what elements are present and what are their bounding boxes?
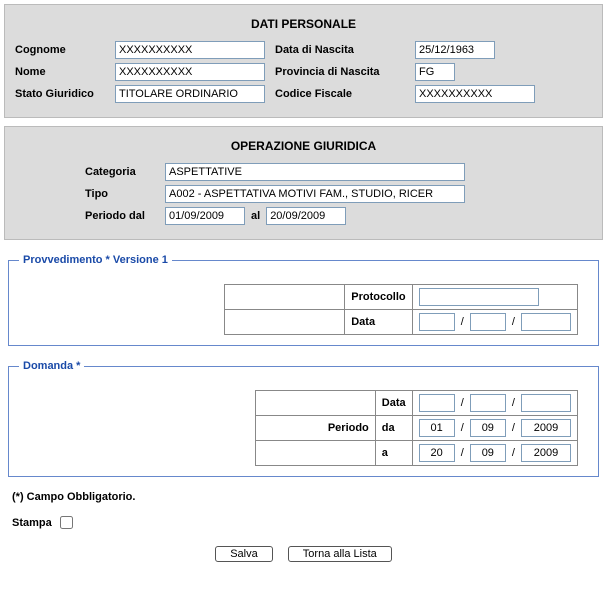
domanda-grid: Data / / Periodo da / / a bbox=[255, 390, 578, 466]
slash: / bbox=[461, 422, 464, 434]
input-dom-data-m[interactable] bbox=[470, 394, 506, 412]
input-data-nascita[interactable] bbox=[415, 41, 495, 59]
slash: / bbox=[512, 397, 515, 409]
label-al: al bbox=[251, 210, 260, 222]
input-prov-data-y[interactable] bbox=[521, 313, 571, 331]
label-data-nascita: Data di Nascita bbox=[275, 44, 415, 56]
input-categoria[interactable] bbox=[165, 163, 465, 181]
back-to-list-button[interactable]: Torna alla Lista bbox=[288, 546, 392, 562]
domanda-legend: Domanda * bbox=[19, 360, 84, 372]
input-prov-data-m[interactable] bbox=[470, 313, 506, 331]
row-cognome: Cognome Data di Nascita bbox=[15, 41, 592, 59]
label-nome: Nome bbox=[15, 66, 115, 78]
input-codice-fiscale[interactable] bbox=[415, 85, 535, 103]
input-da-d[interactable] bbox=[419, 419, 455, 437]
provvedimento-spacer2 bbox=[225, 310, 345, 335]
input-da-y[interactable] bbox=[521, 419, 571, 437]
label-dom-data: Data bbox=[375, 391, 412, 416]
save-button[interactable]: Salva bbox=[215, 546, 273, 562]
label-cognome: Cognome bbox=[15, 44, 115, 56]
label-protocollo: Protocollo bbox=[345, 285, 412, 310]
stampa-row: Stampa bbox=[12, 513, 599, 532]
input-tipo[interactable] bbox=[165, 185, 465, 203]
input-da-m[interactable] bbox=[470, 419, 506, 437]
slash: / bbox=[461, 447, 464, 459]
slash: / bbox=[461, 316, 464, 328]
provvedimento-grid: Protocollo Data / / bbox=[224, 284, 578, 335]
row-stato: Stato Giuridico Codice Fiscale bbox=[15, 85, 592, 103]
input-dom-data-y[interactable] bbox=[521, 394, 571, 412]
input-periodo-dal[interactable] bbox=[165, 207, 245, 225]
slash: / bbox=[512, 422, 515, 434]
input-prov-data-d[interactable] bbox=[419, 313, 455, 331]
input-protocollo[interactable] bbox=[419, 288, 539, 306]
label-da: da bbox=[375, 416, 412, 441]
label-prov-data: Data bbox=[345, 310, 412, 335]
input-cognome[interactable] bbox=[115, 41, 265, 59]
input-periodo-al[interactable] bbox=[266, 207, 346, 225]
row-categoria: Categoria bbox=[85, 163, 592, 181]
input-a-y[interactable] bbox=[521, 444, 571, 462]
row-periodo: Periodo dal al bbox=[85, 207, 592, 225]
provvedimento-spacer bbox=[225, 285, 345, 310]
input-a-d[interactable] bbox=[419, 444, 455, 462]
label-stato: Stato Giuridico bbox=[15, 88, 115, 100]
label-provincia: Provincia di Nascita bbox=[275, 66, 415, 78]
row-tipo: Tipo bbox=[85, 185, 592, 203]
input-nome[interactable] bbox=[115, 63, 265, 81]
domanda-spacer2 bbox=[255, 441, 375, 466]
provvedimento-legend: Provvedimento * Versione 1 bbox=[19, 254, 172, 266]
input-stato[interactable] bbox=[115, 85, 265, 103]
label-periodo-dal: Periodo dal bbox=[85, 210, 165, 222]
input-provincia[interactable] bbox=[415, 63, 455, 81]
slash: / bbox=[512, 447, 515, 459]
label-tipo: Tipo bbox=[85, 188, 165, 200]
row-nome: Nome Provincia di Nascita bbox=[15, 63, 592, 81]
domanda-spacer bbox=[255, 391, 375, 416]
label-codice-fiscale: Codice Fiscale bbox=[275, 88, 415, 100]
slash: / bbox=[461, 397, 464, 409]
required-note: (*) Campo Obbligatorio. bbox=[12, 491, 599, 503]
provvedimento-fieldset: Provvedimento * Versione 1 Protocollo Da… bbox=[8, 254, 599, 346]
label-periodo: Periodo bbox=[255, 416, 375, 441]
input-dom-data-d[interactable] bbox=[419, 394, 455, 412]
label-stampa: Stampa bbox=[12, 517, 52, 529]
operazione-panel: OPERAZIONE GIURIDICA Categoria Tipo Peri… bbox=[4, 126, 603, 240]
personal-data-panel: DATI PERSONALE Cognome Data di Nascita N… bbox=[4, 4, 603, 118]
checkbox-stampa[interactable] bbox=[60, 516, 73, 529]
domanda-fieldset: Domanda * Data / / Periodo da / / bbox=[8, 360, 599, 477]
slash: / bbox=[512, 316, 515, 328]
personal-title: DATI PERSONALE bbox=[15, 11, 592, 41]
operazione-title: OPERAZIONE GIURIDICA bbox=[15, 133, 592, 163]
label-a: a bbox=[375, 441, 412, 466]
label-categoria: Categoria bbox=[85, 166, 165, 178]
button-row: Salva Torna alla Lista bbox=[4, 546, 603, 562]
input-a-m[interactable] bbox=[470, 444, 506, 462]
